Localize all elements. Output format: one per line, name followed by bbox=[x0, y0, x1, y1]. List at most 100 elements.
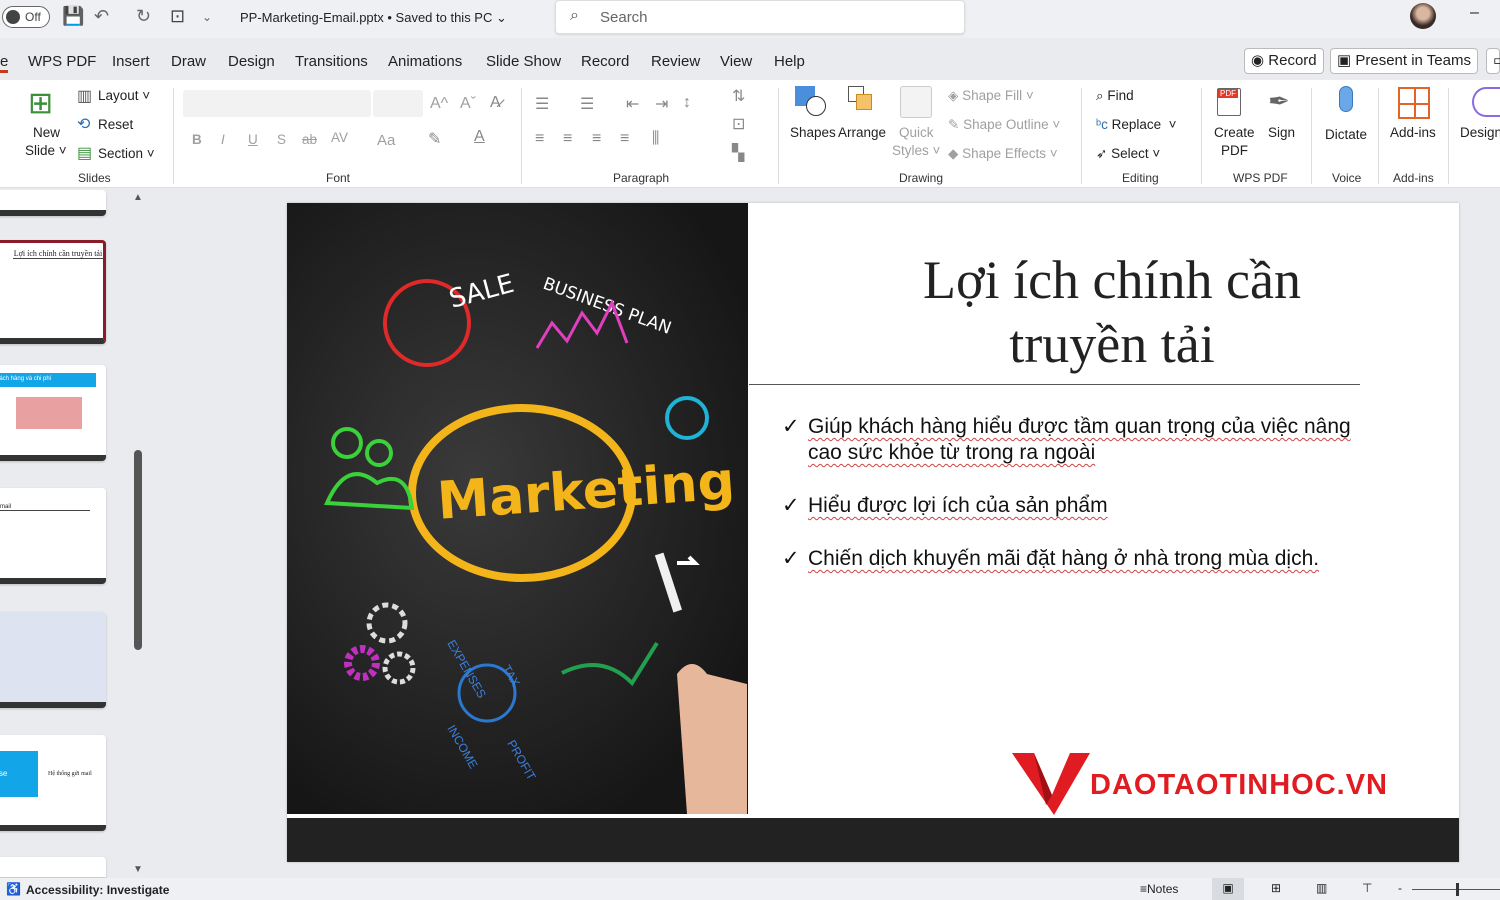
arrange-button[interactable]: Arrange bbox=[838, 125, 886, 140]
marketing-chalkboard-image[interactable]: Marketing SALE BUSINESS PLAN EXPENSES TA… bbox=[287, 203, 748, 814]
present-icon[interactable]: ⊡ bbox=[170, 6, 185, 27]
notes-button[interactable]: ≡Notes bbox=[1140, 882, 1178, 896]
bullet-item[interactable]: ✓ Chiến dịch khuyến mãi đặt hàng ở nhà tr… bbox=[782, 546, 1382, 572]
document-title[interactable]: PP-Marketing-Email.pptx • Saved to this … bbox=[240, 10, 507, 26]
underline-button[interactable]: U bbox=[248, 132, 258, 147]
reset-button[interactable]: Reset bbox=[98, 117, 133, 132]
italic-button[interactable]: I bbox=[221, 132, 225, 147]
section-button[interactable]: Section ˅ bbox=[98, 146, 155, 161]
slide-thumbnail-selected[interactable]: Lợi ích chính cần truyền tải bbox=[0, 240, 106, 344]
zoom-slider-thumb[interactable] bbox=[1456, 883, 1459, 896]
smartart-icon[interactable]: ▚ bbox=[732, 143, 744, 163]
bullet-item[interactable]: ✓ Giúp khách hàng hiểu được tầm quan trọn… bbox=[782, 414, 1382, 466]
tab-animations[interactable]: Animations bbox=[388, 53, 462, 70]
tab-design[interactable]: Design bbox=[228, 53, 275, 70]
align-center-icon[interactable]: ≡ bbox=[563, 130, 572, 148]
slideshow-icon[interactable]: ⊤ bbox=[1362, 881, 1372, 895]
tab-record[interactable]: Record bbox=[581, 53, 629, 70]
bullets-icon[interactable]: ☰ bbox=[535, 94, 549, 114]
customize-qat-icon[interactable]: ⌄ bbox=[202, 10, 212, 24]
slide-thumbnail[interactable]: onse Hệ thống gửi mail bbox=[0, 735, 106, 831]
strikethrough-button[interactable]: ab bbox=[302, 132, 317, 147]
shape-effects-button[interactable]: ◆ Shape Effects ˅ bbox=[948, 146, 1058, 162]
quick-styles-dropdown[interactable]: Styles ˅ bbox=[892, 143, 940, 158]
slide-sorter-icon[interactable]: ⊞ bbox=[1271, 881, 1281, 895]
slide-thumbnail[interactable]: mail bbox=[0, 488, 106, 584]
columns-icon[interactable]: ⫼ bbox=[652, 130, 659, 148]
sign-button[interactable]: Sign bbox=[1268, 125, 1295, 140]
dictate-button[interactable]: Dictate bbox=[1325, 127, 1367, 142]
tab-draw[interactable]: Draw bbox=[171, 53, 206, 70]
autosave-toggle[interactable]: Off bbox=[2, 6, 50, 28]
align-right-icon[interactable]: ≡ bbox=[592, 130, 601, 148]
bold-button[interactable]: B bbox=[192, 132, 202, 147]
normal-view-icon[interactable]: ▣ bbox=[1212, 878, 1244, 900]
designer-button[interactable]: Design bbox=[1460, 125, 1500, 140]
shadow-button[interactable]: S bbox=[277, 132, 286, 147]
minimize-button[interactable]: – bbox=[1470, 4, 1479, 22]
tab-home[interactable]: e bbox=[0, 53, 9, 73]
increase-indent-icon[interactable]: ⇥ bbox=[655, 94, 668, 114]
new-slide-button[interactable]: New bbox=[33, 125, 60, 140]
shape-outline-button[interactable]: ✎ Shape Outline ˅ bbox=[948, 117, 1060, 133]
thumbnail-title: Lợi ích chính cần truyền tải bbox=[13, 249, 103, 259]
change-case-button[interactable]: Aa bbox=[377, 132, 395, 149]
shrink-font-button[interactable]: Aˇ bbox=[460, 95, 476, 113]
text-direction-icon[interactable]: ⇅ bbox=[732, 86, 745, 106]
accessibility-status[interactable]: Accessibility: Investigate bbox=[26, 883, 169, 897]
font-color-icon[interactable]: A bbox=[474, 128, 485, 146]
tab-view[interactable]: View bbox=[720, 53, 752, 70]
marketing-word: Marketing bbox=[435, 451, 736, 532]
add-ins-button[interactable]: Add-ins bbox=[1390, 125, 1436, 140]
font-size-select[interactable] bbox=[373, 90, 423, 117]
slide-thumbnail[interactable] bbox=[0, 190, 106, 216]
reading-view-icon[interactable]: ▥ bbox=[1316, 881, 1327, 895]
thumbnail-scrollbar[interactable]: ▲ ▼ bbox=[132, 190, 146, 878]
tab-insert[interactable]: Insert bbox=[112, 53, 150, 70]
layout-button[interactable]: Layout ˅ bbox=[98, 88, 150, 103]
record-button[interactable]: ◉ Record bbox=[1244, 48, 1324, 74]
redo-icon[interactable]: ↻ bbox=[136, 6, 151, 27]
search-input[interactable]: ⌕ Search bbox=[555, 0, 965, 34]
scroll-up-icon[interactable]: ▲ bbox=[133, 192, 143, 203]
font-name-select[interactable] bbox=[183, 90, 371, 117]
align-text-icon[interactable]: ⊡ bbox=[732, 114, 745, 134]
slide-thumbnail[interactable] bbox=[0, 857, 106, 877]
character-spacing-button[interactable]: AV bbox=[331, 130, 348, 145]
zoom-out-icon[interactable]: - bbox=[1398, 881, 1402, 895]
tab-review[interactable]: Review bbox=[651, 53, 700, 70]
tab-wps-pdf[interactable]: WPS PDF bbox=[28, 53, 96, 70]
highlight-icon[interactable]: ✎ bbox=[428, 129, 441, 149]
new-slide-dropdown[interactable]: Slide ˅ bbox=[25, 143, 67, 158]
slide-canvas[interactable]: Marketing SALE BUSINESS PLAN EXPENSES TA… bbox=[287, 203, 1459, 862]
tab-help[interactable]: Help bbox=[774, 53, 805, 70]
create-pdf-icon: PDF bbox=[1217, 88, 1241, 116]
slide-title[interactable]: Lợi ích chính cần truyền tải bbox=[827, 248, 1397, 376]
scroll-down-icon[interactable]: ▼ bbox=[133, 864, 143, 875]
tab-transitions[interactable]: Transitions bbox=[295, 53, 368, 70]
clear-formatting-icon[interactable]: A̷ bbox=[490, 94, 501, 112]
line-spacing-icon[interactable]: ↕ bbox=[683, 94, 691, 112]
scrollbar-thumb[interactable] bbox=[134, 450, 142, 650]
tab-slide-show[interactable]: Slide Show bbox=[486, 53, 561, 70]
numbering-icon[interactable]: ☰ bbox=[580, 94, 594, 114]
slide-thumbnail[interactable]: khách hàng và chi phí bbox=[0, 365, 106, 461]
align-left-icon[interactable]: ≡ bbox=[535, 130, 544, 148]
undo-icon[interactable]: ↶ bbox=[94, 6, 109, 27]
find-button[interactable]: ⌕ Find bbox=[1096, 88, 1134, 104]
shapes-button[interactable]: Shapes bbox=[790, 125, 836, 140]
replace-button[interactable]: ᵇc Replace ˅ bbox=[1096, 117, 1177, 132]
shape-fill-button[interactable]: ◈ Shape Fill ˅ bbox=[948, 88, 1034, 104]
quick-styles-button[interactable]: Quick bbox=[899, 125, 934, 140]
select-button[interactable]: ➶ Select ˅ bbox=[1096, 146, 1160, 162]
decrease-indent-icon[interactable]: ⇤ bbox=[626, 94, 639, 114]
slide-thumbnail[interactable] bbox=[0, 612, 106, 708]
bullet-item[interactable]: ✓ Hiểu được lợi ích của sản phẩm bbox=[782, 493, 1382, 519]
justify-icon[interactable]: ≡ bbox=[620, 130, 629, 148]
create-pdf-button[interactable]: Create bbox=[1214, 125, 1255, 140]
present-in-teams-button[interactable]: ▣ Present in Teams bbox=[1330, 48, 1478, 74]
comments-button[interactable]: ▭ bbox=[1486, 48, 1500, 74]
avatar[interactable] bbox=[1410, 3, 1436, 29]
grow-font-button[interactable]: A^ bbox=[430, 95, 448, 113]
save-icon[interactable]: 💾 bbox=[62, 6, 84, 27]
